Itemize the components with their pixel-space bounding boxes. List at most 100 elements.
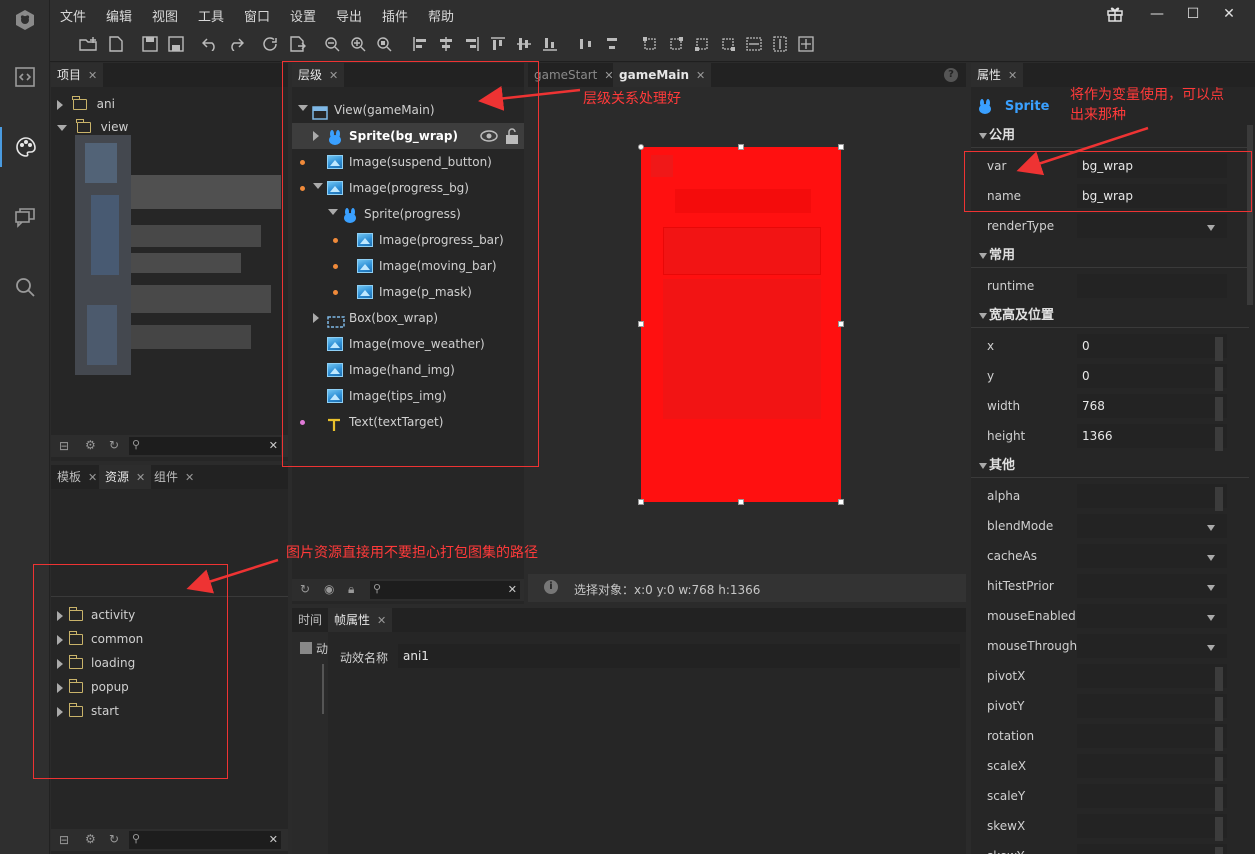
chevron-down-icon[interactable] <box>1207 555 1215 561</box>
refresh-icon[interactable]: ↻ <box>109 832 119 846</box>
close-icon[interactable]: ✕ <box>1008 69 1017 82</box>
redo-icon[interactable] <box>226 35 246 53</box>
chevron-right-icon[interactable] <box>57 682 63 693</box>
property-section-header[interactable]: 其他 <box>971 455 1249 477</box>
hierarchy-node[interactable]: Image(moving_bar) <box>292 253 524 279</box>
hierarchy-node[interactable]: Sprite(bg_wrap) <box>292 123 524 149</box>
menu-view[interactable]: 视图 <box>152 6 178 25</box>
canvas-stage[interactable]: text <box>638 144 844 505</box>
menu-settings[interactable]: 设置 <box>290 6 316 25</box>
hierarchy-node[interactable]: Box(box_wrap) <box>292 305 524 331</box>
transform-3-icon[interactable] <box>692 35 712 53</box>
align-center-h-icon[interactable] <box>436 35 456 53</box>
folder-item-popup[interactable]: popup <box>57 674 129 700</box>
resource-search-input[interactable]: ⚲ ✕ <box>129 831 281 849</box>
number-slider[interactable] <box>1215 817 1223 841</box>
property-input[interactable] <box>1077 274 1227 298</box>
search-icon[interactable] <box>0 267 50 307</box>
property-dropdown[interactable] <box>1077 214 1227 238</box>
transform-1-icon[interactable] <box>640 35 660 53</box>
folder-item-start[interactable]: start <box>57 698 119 724</box>
number-slider[interactable] <box>1215 487 1223 511</box>
eye-icon[interactable]: ◉ <box>324 582 334 596</box>
property-input[interactable] <box>1077 844 1227 854</box>
number-slider[interactable] <box>1215 727 1223 751</box>
close-icon[interactable]: ✕ <box>377 614 386 627</box>
tab-gamestart[interactable]: gameStart ✕ <box>528 63 620 87</box>
hierarchy-node[interactable]: Image(p_mask) <box>292 279 524 305</box>
clear-icon[interactable]: ✕ <box>269 833 278 846</box>
tab-resources[interactable]: 资源 ✕ <box>99 465 152 489</box>
tab-timeline[interactable]: 时间轴 <box>292 608 326 632</box>
number-slider[interactable] <box>1215 697 1223 721</box>
number-slider[interactable] <box>1215 757 1223 781</box>
number-slider[interactable] <box>1215 397 1223 421</box>
close-icon[interactable]: ✕ <box>329 69 338 82</box>
chevron-right-icon[interactable] <box>57 634 63 645</box>
property-input[interactable]: 768 <box>1077 394 1227 421</box>
close-button[interactable]: ✕ <box>1214 4 1244 24</box>
hierarchy-node[interactable]: Image(progress_bg) <box>292 175 524 201</box>
menu-export[interactable]: 导出 <box>336 6 362 25</box>
chevron-down-icon[interactable] <box>328 209 338 215</box>
gift-icon[interactable] <box>1100 4 1130 24</box>
resize-handle[interactable] <box>838 321 844 327</box>
save-all-icon[interactable] <box>166 35 186 53</box>
folder-item-loading[interactable]: loading <box>57 650 135 676</box>
close-icon[interactable]: ✕ <box>696 69 705 82</box>
hierarchy-node[interactable]: Image(progress_bar) <box>292 227 524 253</box>
menu-file[interactable]: 文件 <box>60 6 86 25</box>
resize-handle[interactable] <box>638 499 644 505</box>
code-icon[interactable] <box>0 57 50 97</box>
property-input[interactable]: bg_wrap <box>1077 154 1227 178</box>
chevron-down-icon[interactable] <box>1207 525 1215 531</box>
collapse-icon[interactable]: ⊟ <box>59 439 69 453</box>
tab-frame-properties[interactable]: 帧属性 ✕ <box>328 608 393 632</box>
property-input[interactable] <box>1077 814 1227 841</box>
property-dropdown[interactable] <box>1077 604 1227 628</box>
close-icon[interactable]: ✕ <box>88 471 97 484</box>
property-input[interactable]: 0 <box>1077 364 1227 391</box>
properties-scrollbar[interactable] <box>1247 125 1253 305</box>
menu-help[interactable]: 帮助 <box>428 6 454 25</box>
chevron-down-icon[interactable] <box>313 183 323 189</box>
suspend-button-image[interactable] <box>651 155 673 177</box>
chevron-down-icon[interactable] <box>57 124 67 131</box>
align-right-icon[interactable] <box>462 35 482 53</box>
number-slider[interactable] <box>1215 847 1223 854</box>
chevron-down-icon[interactable] <box>1207 645 1215 651</box>
hierarchy-node[interactable]: Image(tips_img) <box>292 383 524 409</box>
design-palette-icon[interactable] <box>0 127 50 167</box>
hierarchy-search-input[interactable]: ⚲ ✕ <box>370 581 520 599</box>
lock-icon[interactable]: 🔒︎ <box>348 582 354 597</box>
maximize-button[interactable]: ☐ <box>1178 4 1208 24</box>
resize-handle[interactable] <box>638 321 644 327</box>
transform-4-icon[interactable] <box>718 35 738 53</box>
tips-image[interactable] <box>663 279 821 419</box>
folder-item-common[interactable]: common <box>57 626 143 652</box>
stretch-h-icon[interactable] <box>744 35 764 53</box>
property-input[interactable] <box>1077 784 1227 811</box>
collapse-icon[interactable]: ⊟ <box>59 833 69 847</box>
refresh-icon[interactable] <box>260 35 280 53</box>
property-input[interactable]: 0 <box>1077 334 1227 361</box>
tab-components[interactable]: 组件 ✕ <box>148 465 200 489</box>
property-section-header[interactable]: 宽高及位置 <box>971 305 1249 327</box>
menu-window[interactable]: 窗口 <box>244 6 270 25</box>
zoom-out-icon[interactable] <box>322 35 342 53</box>
stretch-v-icon[interactable] <box>770 35 790 53</box>
property-input[interactable] <box>1077 754 1227 781</box>
number-slider[interactable] <box>1215 427 1223 451</box>
gear-icon[interactable]: ⚙ <box>85 832 96 846</box>
tab-gamemain[interactable]: gameMain ✕ <box>613 63 712 87</box>
property-input[interactable] <box>1077 664 1227 691</box>
align-bottom-icon[interactable] <box>540 35 560 53</box>
distribute-v-icon[interactable] <box>602 35 622 53</box>
folder-item-activity[interactable]: activity <box>57 602 135 628</box>
close-icon[interactable]: ✕ <box>185 471 194 484</box>
tab-properties[interactable]: 属性 ✕ <box>971 63 1024 87</box>
property-dropdown[interactable] <box>1077 634 1227 658</box>
number-slider[interactable] <box>1215 787 1223 811</box>
grid-plus-icon[interactable] <box>796 35 816 53</box>
distribute-h-icon[interactable] <box>576 35 596 53</box>
